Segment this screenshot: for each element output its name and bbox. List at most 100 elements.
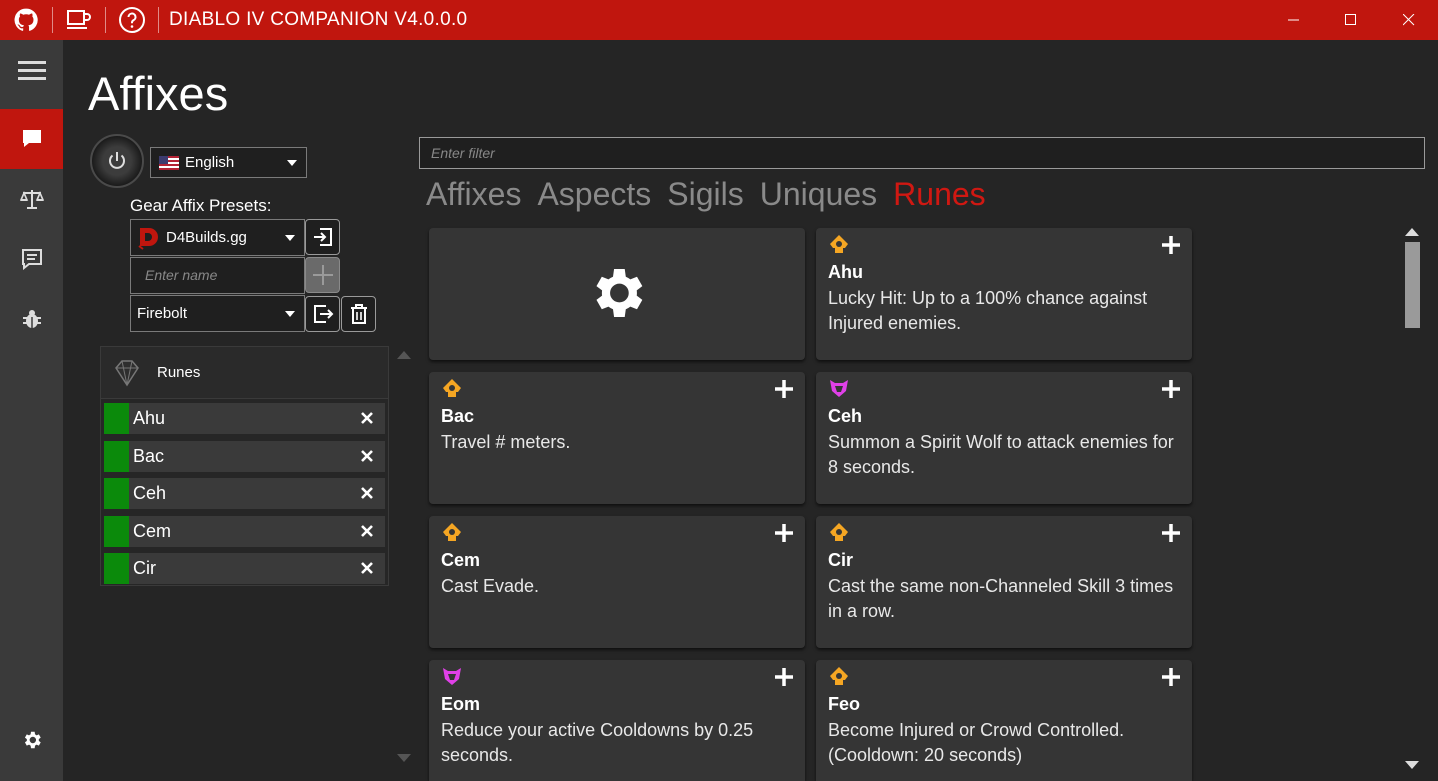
rune-card-cem: Cem Cast Evade.	[429, 516, 805, 648]
tab-uniques[interactable]: Uniques	[760, 176, 877, 213]
rune-list-item[interactable]: Cir	[104, 553, 385, 584]
power-button[interactable]	[90, 134, 144, 188]
language-select[interactable]: English	[150, 147, 307, 178]
settings-card[interactable]	[429, 228, 805, 360]
rune-title: Ceh	[828, 406, 863, 426]
filter-input[interactable]: Enter filter	[419, 137, 1425, 169]
remove-icon[interactable]	[357, 446, 377, 466]
condition-rune-icon	[443, 379, 461, 397]
add-rune-button[interactable]	[773, 666, 795, 688]
scroll-up-icon[interactable]	[397, 351, 411, 359]
scrollbar-thumb[interactable]	[1405, 242, 1420, 328]
title-separator	[52, 7, 53, 33]
scroll-down-icon[interactable]	[1405, 761, 1419, 769]
title-separator	[158, 7, 159, 33]
rune-title: Feo	[828, 694, 861, 714]
message-icon[interactable]	[0, 229, 63, 289]
trash-icon	[350, 304, 367, 324]
sidebar	[0, 40, 63, 781]
rune-name: Bac	[133, 446, 165, 466]
rune-card-bac: Bac Travel # meters.	[429, 372, 805, 504]
rune-list-item[interactable]: Bac	[104, 441, 385, 472]
export-preset-button[interactable]	[305, 296, 340, 332]
power-icon	[109, 152, 125, 169]
effect-rune-icon	[830, 380, 848, 397]
tab-affixes[interactable]: Affixes	[426, 176, 521, 213]
scroll-down-icon[interactable]	[397, 754, 411, 762]
menu-icon[interactable]	[0, 40, 63, 100]
add-rune-button[interactable]	[1160, 666, 1182, 688]
gear-icon[interactable]	[0, 710, 63, 770]
github-icon[interactable]	[12, 6, 40, 34]
rune-name: Cir	[133, 558, 156, 578]
condition-rune-icon	[830, 667, 848, 685]
scroll-up-icon[interactable]	[1405, 228, 1419, 236]
condition-rune-icon	[830, 235, 848, 253]
bug-icon[interactable]	[0, 289, 63, 349]
remove-icon[interactable]	[357, 558, 377, 578]
add-rune-button[interactable]	[773, 522, 795, 544]
rune-card-ceh: Ceh Summon a Spirit Wolf to attack enemi…	[816, 372, 1192, 504]
minimize-icon[interactable]	[1265, 0, 1323, 40]
rune-title: Cir	[828, 550, 854, 570]
sidebar-item-affixes[interactable]	[0, 109, 63, 169]
add-rune-button[interactable]	[773, 378, 795, 400]
effect-rune-icon	[443, 668, 461, 685]
import-icon	[313, 228, 332, 246]
tab-bar: Affixes Aspects Sigils Uniques Runes	[426, 176, 1002, 213]
export-icon	[313, 305, 333, 323]
preset-select[interactable]: Firebolt	[130, 295, 305, 332]
rune-color-swatch	[104, 441, 129, 472]
rune-title: Cem	[441, 550, 481, 570]
rune-name: Cem	[133, 521, 172, 541]
title-bar: DIABLO IV COMPANION V4.0.0.0	[0, 0, 1438, 40]
rune-card-ahu: Ahu Lucky Hit: Up to a 100% chance again…	[816, 228, 1192, 360]
preset-source-select[interactable]: D4Builds.gg	[130, 219, 305, 256]
help-icon[interactable]	[118, 6, 146, 34]
d4builds-logo-icon	[138, 227, 158, 250]
runes-header: Runes	[101, 347, 388, 399]
delete-preset-button[interactable]	[341, 296, 376, 332]
rune-color-swatch	[104, 403, 129, 434]
rune-description: Lucky Hit: Up to a 100% chance against I…	[828, 288, 1148, 333]
import-preset-button[interactable]	[305, 219, 340, 255]
rune-description: Summon a Spirit Wolf to attack enemies f…	[828, 432, 1174, 477]
coffee-icon[interactable]	[65, 6, 93, 34]
tab-sigils[interactable]: Sigils	[667, 176, 743, 213]
scales-icon[interactable]	[0, 169, 63, 229]
add-rune-button[interactable]	[1160, 378, 1182, 400]
maximize-icon[interactable]	[1322, 0, 1380, 40]
preset-name-input[interactable]: Enter name	[130, 257, 305, 294]
chevron-down-icon	[285, 310, 295, 317]
rune-list-item[interactable]: Ceh	[104, 478, 385, 509]
rune-card-eom: Eom Reduce your active Cooldowns by 0.25…	[429, 660, 805, 781]
add-preset-button[interactable]	[305, 257, 340, 293]
rune-gem-icon	[115, 359, 139, 386]
remove-icon[interactable]	[357, 483, 377, 503]
remove-icon[interactable]	[357, 521, 377, 541]
condition-rune-icon	[443, 523, 461, 541]
rune-description: Become Injured or Crowd Controlled. (Coo…	[828, 720, 1125, 765]
rune-name: Ahu	[133, 408, 166, 428]
rune-title: Eom	[441, 694, 481, 714]
rune-card-cir: Cir Cast the same non-Channeled Skill 3 …	[816, 516, 1192, 648]
remove-icon[interactable]	[357, 408, 377, 428]
preset-label: Firebolt	[137, 305, 188, 322]
rune-title: Ahu	[828, 262, 863, 282]
add-rune-button[interactable]	[1160, 234, 1182, 256]
window-title: DIABLO IV COMPANION V4.0.0.0	[169, 9, 468, 30]
close-icon[interactable]	[1380, 0, 1438, 40]
presets-label: Gear Affix Presets:	[130, 196, 272, 215]
rune-list-item[interactable]: Ahu	[104, 403, 385, 434]
rune-description: Cast the same non-Channeled Skill 3 time…	[828, 576, 1174, 621]
tab-runes[interactable]: Runes	[893, 176, 986, 213]
add-rune-button[interactable]	[1160, 522, 1182, 544]
rune-name: Ceh	[133, 483, 167, 503]
rune-color-swatch	[104, 478, 129, 509]
rune-list-item[interactable]: Cem	[104, 516, 385, 547]
runes-title: Runes	[157, 364, 201, 381]
rune-color-swatch	[104, 553, 129, 584]
page-title: Affixes	[88, 67, 229, 120]
preset-source-label: D4Builds.gg	[166, 229, 247, 246]
tab-aspects[interactable]: Aspects	[537, 176, 651, 213]
